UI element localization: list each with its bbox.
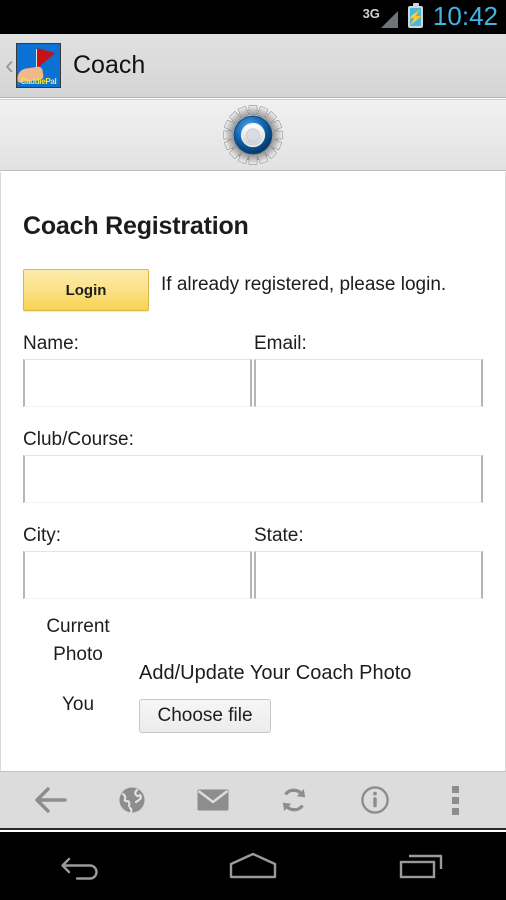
app-bar-title: Coach [73,51,146,79]
settings-banner [0,99,506,171]
overflow-dot [452,785,459,793]
email-label: Email: [254,333,307,354]
android-home-icon[interactable] [208,840,298,892]
login-prompt-row: Login If already registered, please logi… [23,269,483,311]
state-input[interactable] [254,551,483,599]
caddiepal-app-icon[interactable]: CaddiePal [16,43,61,88]
signal-bars-icon [380,10,398,28]
club-label-row: Club/Course: [23,427,483,453]
login-note-text: If already registered, please login. [161,274,447,295]
state-label: State: [254,525,304,546]
status-bar-clock: 10:42 [432,1,498,31]
android-recents-icon[interactable] [377,840,467,892]
back-arrow-icon[interactable] [25,778,77,822]
charging-bolt-icon: ⚡ [406,9,425,25]
club-input-row [23,455,483,503]
club-course-label: Club/Course: [23,429,134,450]
overflow-menu-icon[interactable] [430,778,482,822]
app-title-bar: ‹ CaddiePal Coach [0,34,506,98]
city-input[interactable] [23,551,252,599]
overflow-dot [452,807,459,815]
info-icon[interactable] [349,778,401,822]
globe-icon[interactable] [106,778,158,822]
app-icon-label: CaddiePal [20,77,57,86]
registration-form-scroll-area[interactable]: Coach Registration Login If already regi… [0,172,506,771]
current-photo-label: Current Photo [46,616,110,665]
email-input[interactable] [254,359,483,407]
refresh-icon[interactable] [268,778,320,822]
city-state-input-row [23,551,483,599]
browser-toolbar [0,771,506,830]
envelope-icon[interactable] [187,778,239,822]
club-course-input[interactable] [23,455,483,503]
name-label: Name: [23,333,79,354]
current-photo-you-label: You [61,694,95,715]
network-type-label: 3G [362,5,380,21]
coach-photo-section: Current Photo You Add/Update Your Coach … [23,613,483,733]
name-input[interactable] [23,359,252,407]
up-navigation-chevron-icon[interactable]: ‹ [5,52,14,79]
page-title: Coach Registration [23,212,249,240]
android-navigation-bar [0,832,506,900]
login-button[interactable]: Login [23,269,149,311]
name-email-label-row: Name: Email: [23,331,483,357]
android-back-icon[interactable] [39,840,129,892]
current-photo-column: Current Photo You [23,613,133,733]
choose-file-button[interactable]: Choose file [139,699,271,733]
add-update-photo-label: Add/Update Your Coach Photo [139,662,412,684]
overflow-dot [452,796,459,804]
city-state-label-row: City: State: [23,523,483,549]
status-bar: 3G ⚡ 10:42 [0,0,506,34]
city-label: City: [23,525,61,546]
phone-screen: 3G ⚡ 10:42 ‹ CaddiePal Coach Coach Regis… [0,0,506,900]
photo-upload-column: Add/Update Your Coach Photo Choose file [133,613,483,733]
gear-settings-icon[interactable] [222,104,284,166]
name-email-input-row [23,359,483,407]
battery-charging-icon: ⚡ [406,3,425,28]
